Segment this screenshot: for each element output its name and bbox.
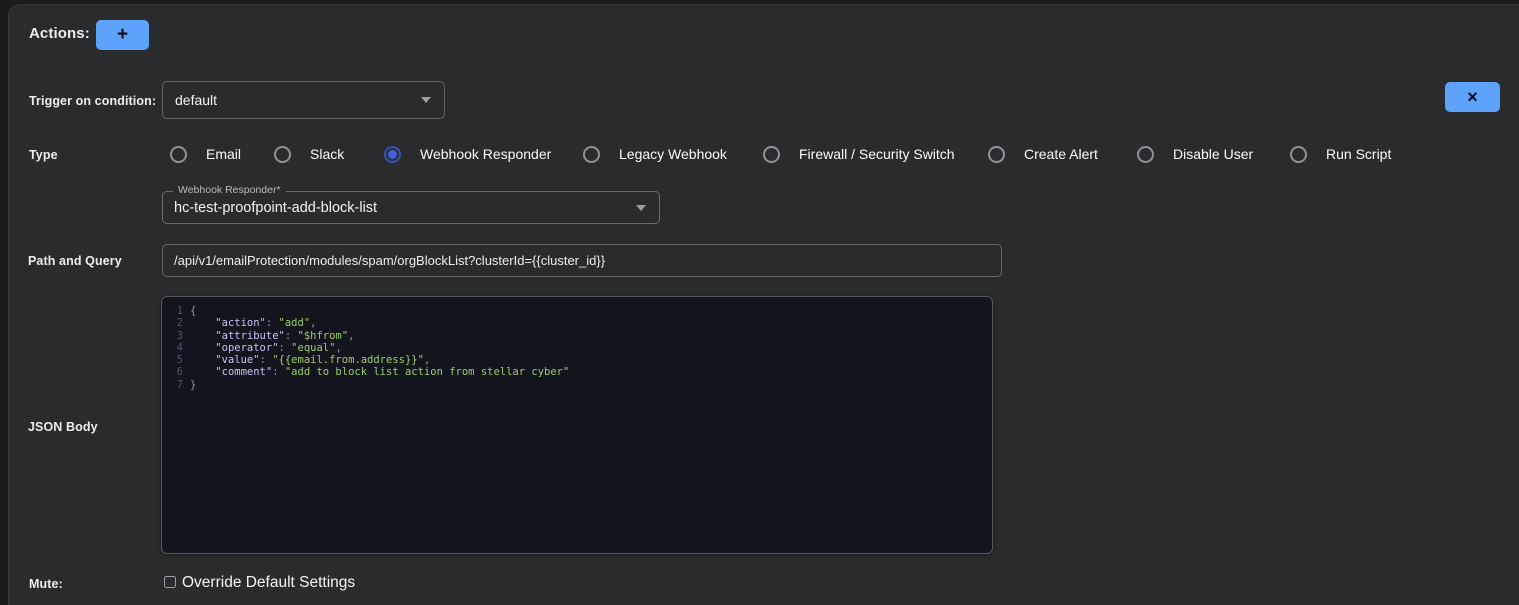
code-line: 3 "attribute": "$hfrom", [162, 330, 992, 342]
path-query-input[interactable] [162, 244, 1002, 277]
type-radio-run-script[interactable]: Run Script [1290, 139, 1391, 169]
json-body-label: JSON Body [28, 420, 98, 434]
actions-label: Actions: [29, 25, 90, 42]
path-query-label: Path and Query [28, 254, 122, 268]
type-radio-create-alert[interactable]: Create Alert [988, 139, 1098, 169]
type-radio-webhook-responder[interactable]: Webhook Responder [384, 139, 551, 169]
type-radio-label: Disable User [1173, 146, 1253, 162]
radio-unselected-icon[interactable] [583, 146, 600, 163]
action-config-panel: Actions: + Trigger on condition: default… [8, 4, 1519, 605]
trigger-condition-value: default [163, 92, 421, 108]
line-number: 4 [162, 342, 190, 354]
override-default-settings-checkbox[interactable] [164, 576, 176, 588]
type-radio-label: Create Alert [1024, 146, 1098, 162]
plus-icon: + [117, 24, 128, 46]
type-radio-label: Webhook Responder [420, 146, 551, 162]
type-radio-label: Email [206, 146, 241, 162]
trigger-condition-label: Trigger on condition: [29, 94, 156, 108]
type-radio-legacy-webhook[interactable]: Legacy Webhook [583, 139, 727, 169]
close-icon: × [1467, 87, 1478, 108]
type-radio-label: Firewall / Security Switch [799, 146, 955, 162]
line-number: 3 [162, 330, 190, 342]
override-default-settings-label: Override Default Settings [182, 574, 355, 592]
webhook-responder-select[interactable]: Webhook Responder* hc-test-proofpoint-ad… [162, 191, 660, 224]
chevron-down-icon [636, 205, 646, 211]
code-line: 7} [162, 379, 992, 391]
mute-label: Mute: [29, 577, 63, 591]
webhook-responder-value: hc-test-proofpoint-add-block-list [163, 200, 636, 216]
radio-unselected-icon[interactable] [274, 146, 291, 163]
add-action-button[interactable]: + [96, 20, 149, 50]
trigger-condition-select[interactable]: default [162, 81, 445, 119]
code-line: 5 "value": "{{email.from.address}}", [162, 354, 992, 366]
code-line: 6 "comment": "add to block list action f… [162, 366, 992, 378]
line-number: 2 [162, 317, 190, 329]
line-number: 1 [162, 305, 190, 317]
line-number: 7 [162, 379, 190, 391]
type-radio-firewall-security-switch[interactable]: Firewall / Security Switch [763, 139, 955, 169]
type-radio-disable-user[interactable]: Disable User [1137, 139, 1253, 169]
type-radio-label: Legacy Webhook [619, 146, 727, 162]
code-line: 2 "action": "add", [162, 317, 992, 329]
line-number: 6 [162, 366, 190, 378]
radio-unselected-icon[interactable] [988, 146, 1005, 163]
type-radio-label: Run Script [1326, 146, 1391, 162]
json-body-editor[interactable]: 1{2 "action": "add",3 "attribute": "$hfr… [161, 296, 993, 554]
radio-selected-icon[interactable] [384, 146, 401, 163]
chevron-down-icon [421, 97, 431, 103]
type-radio-email[interactable]: Email [170, 139, 241, 169]
radio-unselected-icon[interactable] [1290, 146, 1307, 163]
code-line: 4 "operator": "equal", [162, 342, 992, 354]
remove-action-button[interactable]: × [1445, 82, 1500, 112]
radio-unselected-icon[interactable] [763, 146, 780, 163]
type-radio-label: Slack [310, 146, 344, 162]
line-number: 5 [162, 354, 190, 366]
radio-unselected-icon[interactable] [170, 146, 187, 163]
type-radio-group: Email Slack Webhook Responder Legacy Webhoo… [9, 139, 1519, 169]
radio-unselected-icon[interactable] [1137, 146, 1154, 163]
webhook-responder-label: Webhook Responder* [173, 184, 286, 196]
type-radio-slack[interactable]: Slack [274, 139, 344, 169]
code-line: 1{ [162, 305, 992, 317]
